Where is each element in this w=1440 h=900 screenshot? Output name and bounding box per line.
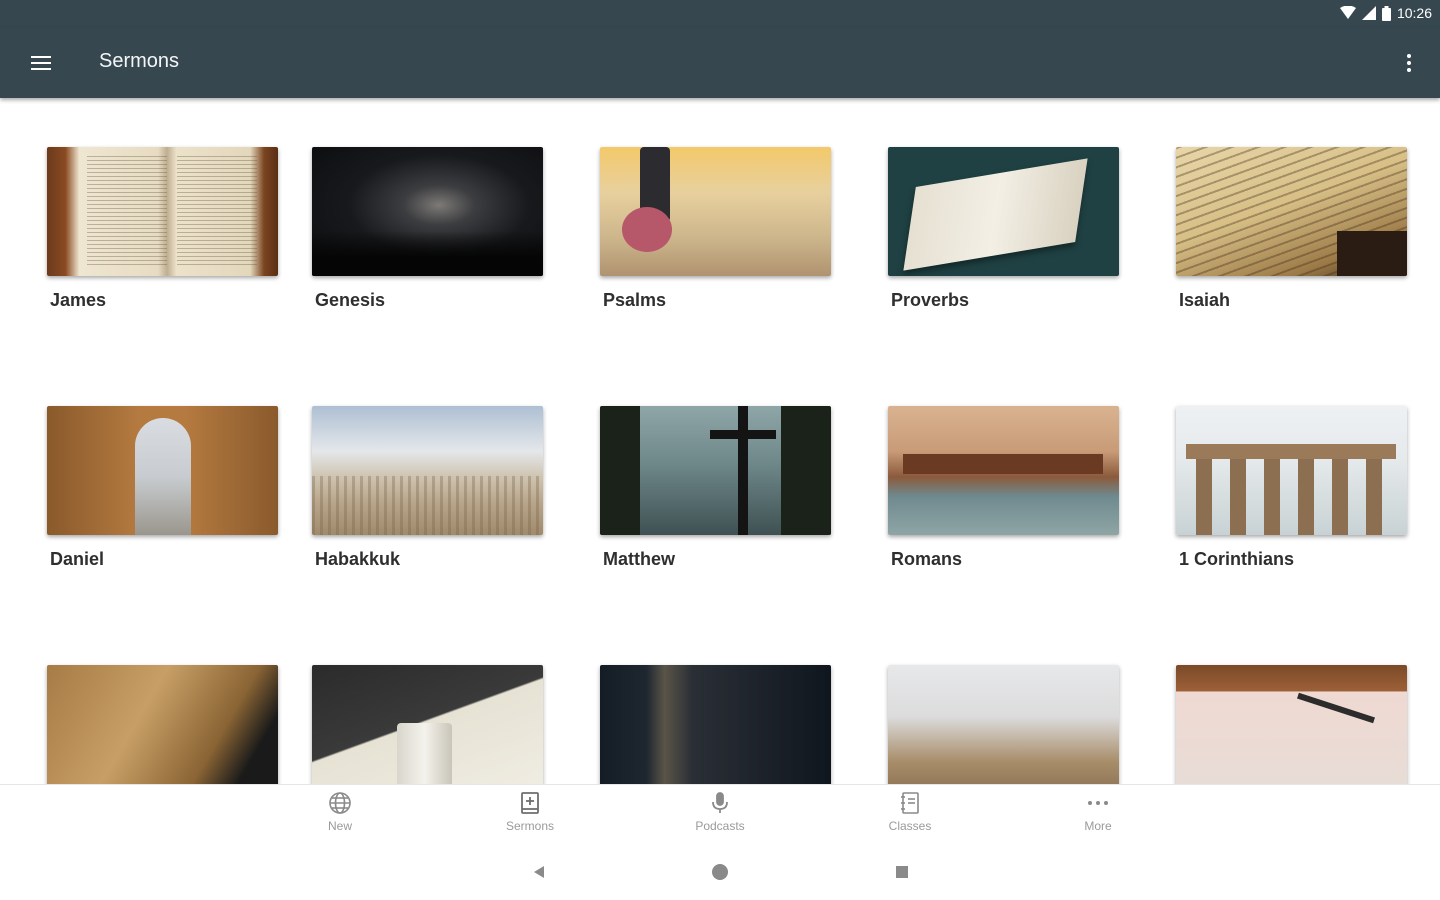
series-label: James xyxy=(50,290,107,310)
page-title: Sermons xyxy=(99,50,180,72)
series-card-psalms[interactable]: Psalms xyxy=(600,147,831,311)
series-card[interactable] xyxy=(47,665,278,784)
series-thumbnail-ruins xyxy=(1176,406,1407,535)
series-thumbnail-open-bible xyxy=(47,147,278,276)
series-label: 1 Corinthians xyxy=(1179,549,1295,569)
series-card[interactable] xyxy=(888,665,1119,784)
system-navigation-bar xyxy=(0,844,1440,900)
series-card[interactable] xyxy=(312,665,543,784)
series-card[interactable] xyxy=(600,665,831,784)
more-vert-icon xyxy=(1407,54,1411,72)
series-label: Isaiah xyxy=(1179,290,1231,310)
series-thumbnail-book-teal xyxy=(888,147,1119,276)
nav-label: Sermons xyxy=(505,819,555,833)
recents-icon xyxy=(896,866,908,878)
more-horiz-icon xyxy=(1088,801,1108,805)
system-recents-button[interactable] xyxy=(890,860,914,884)
back-icon xyxy=(534,866,544,878)
series-card-habakkuk[interactable]: Habakkuk xyxy=(312,406,543,570)
system-back-button[interactable] xyxy=(527,860,551,884)
series-label: Genesis xyxy=(315,290,386,310)
globe-icon xyxy=(329,792,351,814)
series-card-isaiah[interactable]: Isaiah xyxy=(1176,147,1407,311)
status-icons: 10:26 xyxy=(1339,5,1432,21)
series-thumbnail-scroll xyxy=(1176,147,1407,276)
series-thumbnail-old-book xyxy=(47,665,278,784)
series-thumbnail-column xyxy=(312,665,543,784)
series-thumbnail-temple-ruins xyxy=(888,665,1119,784)
series-label: Romans xyxy=(891,549,963,569)
series-thumbnail-notebook-pen xyxy=(1176,665,1407,784)
series-thumbnail-night-sky xyxy=(312,147,543,276)
nav-item-sermons[interactable]: Sermons xyxy=(480,791,580,833)
overflow-menu-button[interactable] xyxy=(1394,48,1424,78)
series-card-daniel[interactable]: Daniel xyxy=(47,406,278,570)
nav-label: More xyxy=(1084,819,1112,833)
series-thumbnail-arch-window xyxy=(47,406,278,535)
microphone-icon xyxy=(712,792,728,813)
series-label: Daniel xyxy=(50,549,105,569)
series-label: Proverbs xyxy=(891,290,970,310)
system-home-button[interactable] xyxy=(708,860,732,884)
nav-label: Podcasts xyxy=(695,819,745,833)
series-thumbnail-dark-window xyxy=(600,665,831,784)
nav-item-podcasts[interactable]: Podcasts xyxy=(670,791,770,833)
series-card-romans[interactable]: Romans xyxy=(888,406,1119,570)
battery-icon xyxy=(1381,5,1391,21)
series-label: Habakkuk xyxy=(315,549,401,569)
series-thumbnail-cross xyxy=(600,406,831,535)
nav-item-more[interactable]: More xyxy=(1048,791,1148,833)
wifi-icon xyxy=(1339,6,1356,19)
series-card-matthew[interactable]: Matthew xyxy=(600,406,831,570)
cell-signal-icon xyxy=(1361,6,1376,20)
app-bar: Sermons xyxy=(0,28,1440,98)
series-card-james[interactable]: James xyxy=(47,147,278,311)
nav-label: Classes xyxy=(888,819,932,833)
nav-label: New xyxy=(327,819,352,833)
series-label: Matthew xyxy=(603,549,675,569)
menu-button[interactable] xyxy=(22,48,60,78)
series-card-genesis[interactable]: Genesis xyxy=(312,147,543,311)
notebook-icon xyxy=(901,792,919,814)
series-thumbnail-river-bridge xyxy=(888,406,1119,535)
nav-item-classes[interactable]: Classes xyxy=(860,791,960,833)
nav-item-new[interactable]: New xyxy=(290,791,390,833)
series-label: Psalms xyxy=(603,290,667,310)
bottom-navigation: New Sermons Podcasts Classes More xyxy=(0,784,1440,844)
series-card[interactable] xyxy=(1176,665,1407,784)
hamburger-menu-icon xyxy=(31,56,51,70)
book-plus-icon xyxy=(521,792,539,814)
home-icon xyxy=(712,864,728,880)
series-card-proverbs[interactable]: Proverbs xyxy=(888,147,1119,311)
series-thumbnail-field-guitar xyxy=(600,147,831,276)
status-time: 10:26 xyxy=(1396,5,1432,21)
status-bar: 10:26 xyxy=(0,0,1440,28)
sermon-series-grid: James Genesis Psalms Proverbs Isaiah Dan… xyxy=(0,98,1440,784)
series-card-1-corinthians[interactable]: 1 Corinthians xyxy=(1176,406,1407,570)
series-thumbnail-city xyxy=(312,406,543,535)
